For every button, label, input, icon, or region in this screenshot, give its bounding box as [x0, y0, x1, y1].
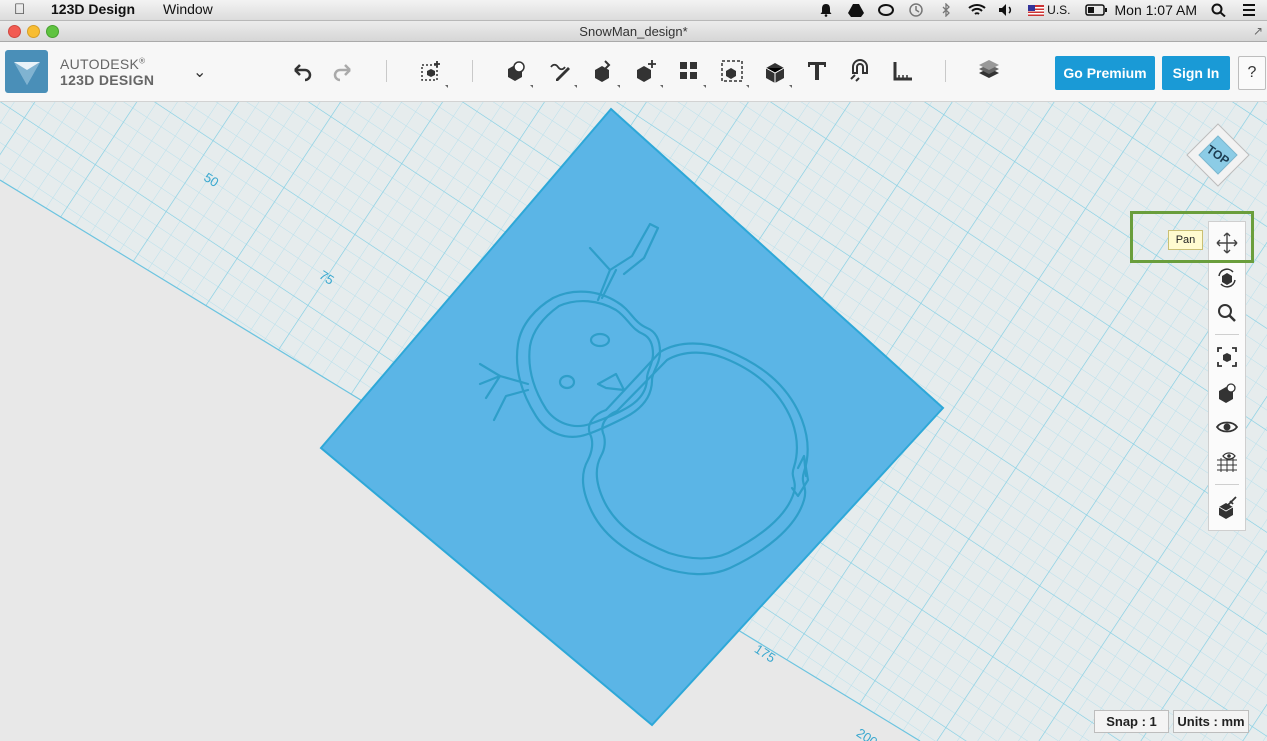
sketch-button[interactable] [545, 56, 577, 88]
clock[interactable]: Mon 1:07 AM [1115, 2, 1198, 18]
time-machine-icon[interactable] [908, 3, 924, 17]
battery-icon[interactable] [1084, 3, 1107, 17]
fit-icon [1217, 347, 1237, 367]
construct-button[interactable] [588, 56, 620, 88]
help-button[interactable]: ? [1238, 56, 1266, 90]
window-title: SnowMan_design* [579, 24, 688, 39]
sign-in-button[interactable]: Sign In [1162, 56, 1230, 90]
spotlight-search-icon[interactable] [1211, 3, 1227, 18]
app-menu-chevron-icon[interactable]: ⌄ [193, 62, 206, 82]
drive-icon[interactable] [848, 3, 865, 17]
sketch-icon [550, 63, 570, 81]
grouping-icon [721, 60, 743, 82]
volume-icon[interactable] [998, 3, 1014, 17]
app-logo-icon [5, 50, 48, 93]
3d-viewport[interactable]: 50 75 175 200 [0, 102, 1267, 741]
grouping-button[interactable] [717, 56, 749, 88]
brand-registered-mark: ® [139, 56, 146, 66]
brand-line1: AUTODESK [60, 56, 140, 72]
pattern-icon [680, 62, 697, 79]
undo-button[interactable] [287, 56, 317, 86]
measure-icon [893, 62, 912, 81]
cloud-sync-icon[interactable] [878, 3, 895, 17]
grid-visibility-button[interactable] [1212, 447, 1242, 477]
brand-autodesk: AUTODESK® [60, 56, 145, 72]
view-cube[interactable]: TOP [1185, 122, 1251, 188]
app-menu[interactable]: 123D Design [51, 1, 135, 17]
toolbar-divider [386, 60, 387, 82]
text-icon [808, 62, 826, 80]
scene-canvas[interactable]: 50 75 175 200 [0, 102, 1267, 741]
redo-icon [333, 64, 351, 82]
primitives-icon [508, 61, 525, 81]
pattern-button[interactable] [674, 56, 706, 88]
views-button[interactable] [1212, 377, 1242, 407]
views-icon [1219, 383, 1236, 403]
text-button[interactable] [802, 56, 832, 86]
orbit-icon [1218, 268, 1236, 288]
bluetooth-icon[interactable] [938, 2, 954, 18]
primitives-button[interactable] [501, 56, 533, 88]
window-menu[interactable]: Window [163, 1, 213, 17]
units-setting[interactable]: Units : mm [1173, 710, 1249, 733]
combine-icon [765, 63, 785, 83]
transform-icon [421, 61, 440, 81]
wifi-icon[interactable] [968, 3, 986, 17]
go-premium-button[interactable]: Go Premium [1055, 56, 1155, 90]
menubar-status-area: U.S. Mon 1:07 AM [818, 0, 1257, 20]
construct-icon [595, 60, 611, 82]
measure-button[interactable] [888, 56, 918, 86]
notification-icon[interactable] [818, 3, 834, 17]
pan-tooltip: Pan [1168, 230, 1203, 250]
brand-product-name: 123D DESIGN [60, 72, 155, 88]
fullscreen-icon[interactable]: ↗ [1253, 24, 1263, 38]
modify-icon [637, 60, 656, 82]
combine-button[interactable] [760, 56, 792, 88]
visibility-button[interactable] [1212, 412, 1242, 442]
grid-visibility-icon [1217, 452, 1237, 472]
window-titlebar: SnowMan_design* ↗ [0, 21, 1267, 42]
zoom-icon [1218, 304, 1236, 322]
materials-button[interactable] [974, 56, 1004, 86]
material-button[interactable] [1212, 492, 1242, 522]
orbit-button[interactable] [1212, 263, 1242, 293]
fit-button[interactable] [1212, 342, 1242, 372]
apple-menu-icon[interactable]:  [14, 1, 25, 18]
snap-button[interactable] [845, 56, 875, 86]
navbar-divider [1215, 334, 1239, 335]
undo-icon [294, 64, 312, 82]
notification-center-icon[interactable] [1241, 3, 1257, 17]
modify-button[interactable] [631, 56, 663, 88]
mac-menubar:  123D Design Window U.S. Mon [0, 0, 1267, 21]
transform-button[interactable] [416, 56, 448, 88]
snap-icon [850, 59, 868, 82]
toolbar-divider [945, 60, 946, 82]
toolbar-divider [472, 60, 473, 82]
redo-button[interactable] [328, 56, 358, 86]
materials-icon [979, 60, 999, 78]
app-toolbar: AUTODESK® 123D DESIGN ⌄ Go Premium Sign … [0, 42, 1267, 102]
material-icon [1218, 496, 1237, 519]
navigation-bar [1208, 221, 1246, 531]
visibility-icon [1215, 421, 1239, 433]
zoom-button[interactable] [1212, 298, 1242, 328]
navbar-divider [1215, 484, 1239, 485]
snap-setting[interactable]: Snap : 1 [1094, 710, 1169, 733]
input-source-label: U.S. [1047, 3, 1071, 17]
input-source-flag-icon[interactable]: U.S. [1028, 3, 1071, 17]
